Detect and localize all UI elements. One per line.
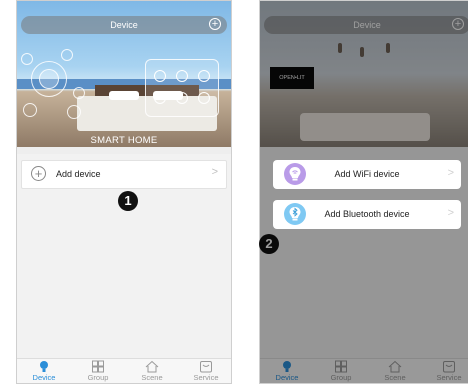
light-icon	[176, 70, 188, 82]
bulb-icon	[40, 361, 48, 372]
chevron-right-icon: >	[447, 167, 454, 179]
hero-pillow	[109, 91, 139, 100]
phone-screen-device-list: SMART HOME Device + + Add device > 1 Dev…	[16, 0, 232, 384]
tab-label: Service	[193, 373, 219, 382]
plug-icon	[176, 92, 188, 104]
tab-device[interactable]: Device	[17, 359, 71, 383]
plus-circle-icon: +	[31, 166, 46, 181]
tab-label: Group	[87, 373, 109, 382]
chevron-right-icon: >	[211, 166, 218, 178]
tab-label: Scene	[141, 373, 163, 382]
add-icon-button[interactable]: +	[209, 18, 221, 30]
step-badge: 1	[118, 191, 138, 211]
home-icon	[145, 360, 159, 373]
speaker-icon	[23, 103, 37, 117]
sensor-icon	[21, 53, 33, 65]
house-icon	[39, 69, 59, 89]
title-bar: Device +	[21, 16, 227, 34]
bottom-tab-bar: Device Group Scene Service	[17, 358, 231, 383]
tab-service[interactable]: Service	[179, 359, 231, 383]
thermostat-icon	[198, 70, 210, 82]
add-device-label: Add device	[56, 169, 101, 179]
divider	[17, 147, 231, 154]
camera-icon	[67, 105, 81, 119]
modal-overlay[interactable]	[260, 1, 468, 383]
tab-group[interactable]: Group	[71, 359, 125, 383]
add-device-row[interactable]: + Add device >	[21, 160, 227, 189]
add-bluetooth-device-option[interactable]: Add Bluetooth device >	[273, 200, 461, 229]
control-panel-overlay	[145, 59, 219, 117]
tab-label: Device	[32, 373, 56, 382]
option-label: Add WiFi device	[334, 169, 400, 179]
fan-icon	[154, 70, 166, 82]
phone-screen-add-device-menu: OPEN•LIT Device + Add WiFi device > Add …	[259, 0, 468, 384]
chevron-right-icon: >	[447, 207, 454, 219]
group-icon	[92, 360, 104, 373]
wifi-icon	[73, 87, 85, 99]
phone-icon	[61, 49, 73, 61]
add-wifi-device-option[interactable]: Add WiFi device >	[273, 160, 461, 189]
service-icon	[200, 361, 212, 373]
option-label: Add Bluetooth device	[324, 209, 410, 219]
page-title: Device	[110, 20, 138, 30]
lock-icon	[154, 92, 166, 104]
tab-scene[interactable]: Scene	[125, 359, 179, 383]
hero-caption: SMART HOME	[90, 135, 158, 146]
tv-icon	[198, 92, 210, 104]
